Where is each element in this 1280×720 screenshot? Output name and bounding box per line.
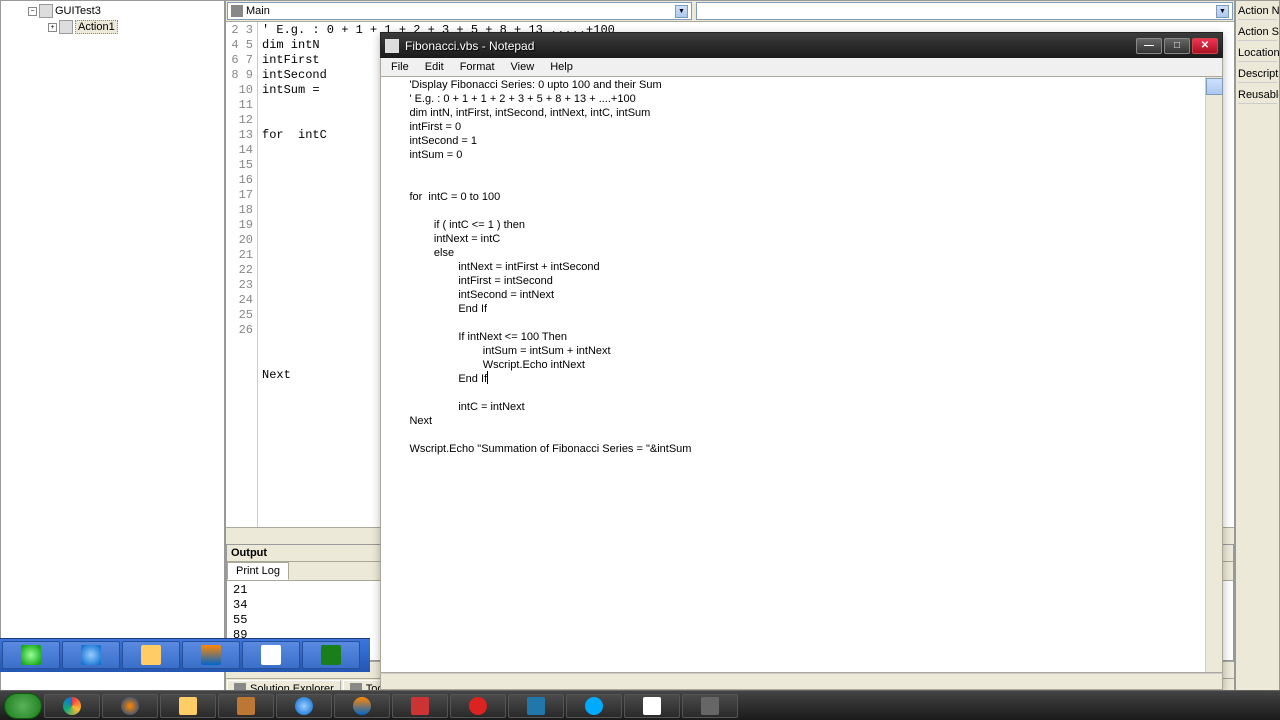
tree-item-project[interactable]: − GUITest3 [28,3,222,19]
project-icon [39,4,53,18]
prop-row: Action Set [1238,26,1277,41]
skype-icon [585,697,603,715]
taskbar-media-button[interactable] [334,694,390,718]
line-number-gutter: 2 3 4 5 6 7 8 9 10 11 12 13 14 15 16 17 … [226,22,258,527]
menu-help[interactable]: Help [542,59,581,75]
text-cursor [487,371,488,384]
combo-text: Main [246,5,270,17]
chevron-down-icon[interactable]: ▼ [675,5,688,18]
ql-ie-button[interactable] [62,641,120,669]
taskbar-opera-button[interactable] [450,694,506,718]
app-icon [411,697,429,715]
prop-row: Descriptio [1238,68,1277,83]
maximize-button[interactable]: □ [1164,38,1190,54]
ql-wmp-button[interactable] [182,641,240,669]
vbox-icon [527,697,545,715]
ql-explorer-button[interactable] [122,641,180,669]
scope-selector-combo[interactable]: Main ▼ [227,2,692,20]
ql-app-button[interactable] [242,641,300,669]
taskbar-firefox-button[interactable] [102,694,158,718]
window-title: Fibonacci.vbs - Notepad [405,39,1130,53]
excel-icon [321,645,341,665]
taskbar-ie-button[interactable] [276,694,332,718]
tree-toggle-icon[interactable]: + [48,23,57,32]
prop-row: Action Nar [1238,5,1277,20]
tab-print-log[interactable]: Print Log [227,562,289,580]
firefox-icon [121,697,139,715]
tree-label: Action1 [75,20,118,34]
chrome-icon [63,697,81,715]
properties-panel: Action Nar Action Set Location Descripti… [1235,0,1280,700]
minimize-button[interactable]: — [1136,38,1162,54]
horizontal-scrollbar[interactable] [380,673,1223,690]
media-icon [353,697,371,715]
tree-toggle-icon[interactable]: − [28,7,37,16]
taskbar-app-button[interactable] [392,694,448,718]
taskbar-chrome-button[interactable] [44,694,100,718]
window-controls: — □ ✕ [1136,38,1218,54]
menu-file[interactable]: File [383,59,417,75]
ql-start-button[interactable] [2,641,60,669]
folder-icon [141,645,161,665]
opera-icon [469,697,487,715]
ie-icon [295,697,313,715]
app-icon [261,645,281,665]
taskbar-vbox-button[interactable] [508,694,564,718]
prop-row: Location [1238,47,1277,62]
notepad-titlebar[interactable]: Fibonacci.vbs - Notepad — □ ✕ [380,32,1223,58]
folder-icon [179,697,197,715]
action-icon [59,20,73,34]
tree-item-action[interactable]: + Action1 [48,19,222,35]
notepad-icon [643,697,661,715]
notepad-menubar: File Edit Format View Help [380,58,1223,77]
notepad-icon [385,39,399,53]
taskbar-app-button[interactable] [682,694,738,718]
app-icon [701,697,719,715]
prop-row: Reusable [1238,89,1277,104]
member-selector-combo[interactable]: ▼ [696,2,1233,20]
taskbar-explorer-button[interactable] [160,694,216,718]
ie-icon [81,645,101,665]
code-combo-bar: Main ▼ ▼ [226,1,1234,22]
taskbar-app-button[interactable] [218,694,274,718]
ql-excel-button[interactable] [302,641,360,669]
menu-format[interactable]: Format [452,59,503,75]
notepad-text-area[interactable]: 'Display Fibonacci Series: 0 upto 100 an… [381,77,1205,672]
quicklaunch-bar [0,638,370,672]
scope-icon [231,5,243,17]
menu-view[interactable]: View [503,59,543,75]
start-icon [21,645,41,665]
close-button[interactable]: ✕ [1192,38,1218,54]
chevron-down-icon[interactable]: ▼ [1216,5,1229,18]
taskbar-notepad-button[interactable] [624,694,680,718]
notepad-window: Fibonacci.vbs - Notepad — □ ✕ File Edit … [380,32,1223,690]
taskbar-skype-button[interactable] [566,694,622,718]
media-icon [201,645,221,665]
tree-label: GUITest3 [55,5,101,17]
windows-taskbar [0,690,1280,720]
start-button[interactable] [4,693,42,719]
menu-edit[interactable]: Edit [417,59,452,75]
vertical-scrollbar[interactable] [1205,77,1222,672]
app-icon [237,697,255,715]
notepad-client-area: 'Display Fibonacci Series: 0 upto 100 an… [380,77,1223,673]
solution-tree-panel: − GUITest3 + Action1 [0,0,225,700]
